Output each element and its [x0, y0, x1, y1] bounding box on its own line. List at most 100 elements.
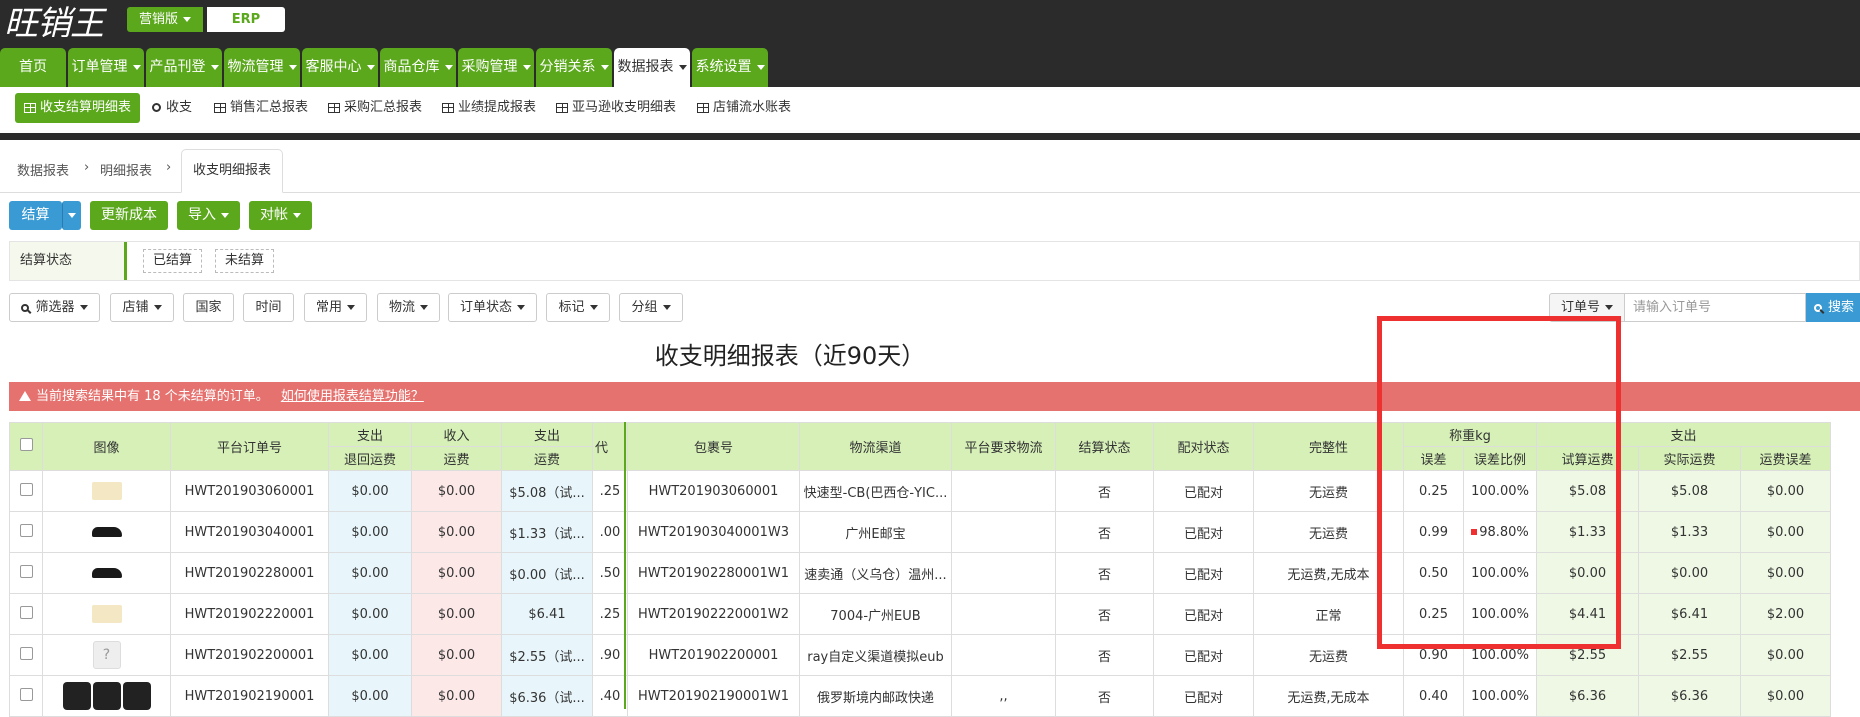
- row-platform-req: [951, 552, 1056, 594]
- settle-status-unsettled[interactable]: 未结算: [215, 249, 275, 273]
- row-order-no[interactable]: HWT201902200001: [170, 634, 329, 676]
- row-package-no: HWT201902200001: [627, 634, 800, 676]
- filter-logistics-button[interactable]: 物流: [377, 293, 440, 322]
- subnav-amazon-detail[interactable]: 亚马逊收支明细表: [556, 93, 676, 123]
- product-thumbnail[interactable]: [91, 482, 122, 500]
- row-image: [42, 552, 171, 594]
- settle-button[interactable]: 结算: [9, 201, 62, 230]
- row-checkbox[interactable]: [19, 482, 33, 496]
- chevron-down-icon: [756, 64, 765, 70]
- settle-dropdown-button[interactable]: [62, 201, 81, 230]
- filter-group-button[interactable]: 分组: [619, 293, 683, 322]
- chevron-down-icon: [589, 305, 598, 310]
- nav-tab-service[interactable]: 客服中心: [302, 48, 378, 87]
- row-order-no[interactable]: HWT201903060001: [170, 470, 329, 512]
- product-thumbnail[interactable]: [91, 605, 122, 623]
- filter-common-button[interactable]: 常用: [304, 293, 367, 322]
- update-cost-button[interactable]: 更新成本: [90, 201, 168, 230]
- nav-tab-warehouse[interactable]: 商品仓库: [380, 48, 456, 87]
- row-checkbox[interactable]: [19, 564, 33, 578]
- row-order-no[interactable]: HWT201902220001: [170, 593, 329, 635]
- chevron-down-icon: [153, 305, 162, 310]
- row-checkbox[interactable]: [19, 605, 33, 619]
- reconcile-label: 对帐: [260, 207, 288, 223]
- row-order-no[interactable]: HWT201902190001: [170, 675, 329, 717]
- col-err: 误差: [1403, 446, 1464, 471]
- table-row: HWT201902220001 $0.00 $0.00 $6.41 .25 HW…: [9, 593, 1831, 635]
- nav-tab-orders[interactable]: 订单管理: [68, 48, 144, 87]
- row-order-no[interactable]: HWT201903040001: [170, 511, 329, 553]
- product-thumbnail[interactable]: [92, 682, 121, 710]
- settle-status-settled[interactable]: 已结算: [143, 249, 203, 273]
- red-square-icon: [1471, 529, 1478, 535]
- breadcrumb-current-tab[interactable]: 收支明细报表: [181, 149, 283, 193]
- filter-order-status-button[interactable]: 订单状态: [448, 293, 537, 322]
- row-image: [42, 511, 171, 553]
- col-income-ship: 运费: [411, 446, 502, 471]
- subnav-sales-summary[interactable]: 销售汇总报表: [214, 93, 308, 123]
- nav-tab-reports[interactable]: 数据报表: [614, 48, 690, 87]
- row-cut: .50: [592, 552, 628, 594]
- filter-mark-button[interactable]: 标记: [546, 293, 610, 322]
- row-checkbox[interactable]: [19, 687, 33, 701]
- row-select: [9, 593, 43, 635]
- subnav-settle-detail[interactable]: 收支结算明细表: [15, 93, 141, 123]
- import-button[interactable]: 导入: [177, 201, 240, 230]
- row-complete: 无运费: [1253, 511, 1404, 553]
- sub-nav: 收支结算明细表 收支 销售汇总报表 采购汇总报表 业绩提成报表 亚马逊收支明细表…: [0, 87, 1860, 131]
- row-ratio: 100.00%: [1463, 470, 1537, 512]
- order-search-input[interactable]: [1624, 293, 1806, 322]
- nav-tab-purchase[interactable]: 采购管理: [458, 48, 534, 87]
- reconcile-button[interactable]: 对帐: [249, 201, 312, 230]
- row-checkbox[interactable]: [19, 523, 33, 537]
- col-order-no[interactable]: 平台订单号: [170, 422, 329, 471]
- version-dropdown[interactable]: 营销版: [127, 7, 204, 32]
- search-field-select[interactable]: 订单号: [1549, 293, 1625, 322]
- filter-store-button[interactable]: 店铺: [110, 293, 174, 322]
- filter-label: 店铺: [122, 300, 149, 315]
- row-cut: .40: [592, 675, 628, 717]
- row-actual: $1.33: [1638, 511, 1741, 553]
- search-button[interactable]: 搜索: [1806, 293, 1860, 322]
- row-complete: 无运费,无成本: [1253, 552, 1404, 594]
- frozen-column-divider[interactable]: [624, 422, 626, 709]
- nav-tab-logistics[interactable]: 物流管理: [224, 48, 300, 87]
- row-settle: 否: [1055, 511, 1154, 553]
- row-order-no[interactable]: HWT201902280001: [170, 552, 329, 594]
- chevron-down-icon: [366, 64, 375, 70]
- nav-tab-home[interactable]: 首页: [0, 48, 66, 87]
- row-image: ?: [42, 634, 171, 676]
- filter-time-button[interactable]: 时间: [243, 293, 294, 322]
- product-thumbnail[interactable]: [122, 682, 151, 710]
- filter-selector-button[interactable]: 筛选器: [9, 293, 100, 322]
- filter-label: 订单状态: [459, 300, 512, 315]
- col-trial-ship: 试算运费: [1536, 446, 1639, 471]
- group-out2: 支出: [501, 422, 593, 447]
- subnav-income[interactable]: 收支: [152, 93, 192, 123]
- select-all-checkbox[interactable]: [19, 438, 33, 451]
- row-image: [42, 675, 171, 717]
- erp-button[interactable]: ERP: [207, 7, 285, 32]
- question-mark-icon[interactable]: ?: [92, 641, 121, 669]
- row-trial: $1.33: [1536, 511, 1639, 553]
- product-thumbnail[interactable]: [91, 568, 122, 578]
- subnav-label: 收支结算明细表: [40, 100, 132, 115]
- subnav-commission[interactable]: 业绩提成报表: [442, 93, 536, 123]
- nav-tab-listing[interactable]: 产品刊登: [146, 48, 222, 87]
- report-title-row: 收支明细报表（近90天）: [0, 336, 1860, 371]
- filter-country-button[interactable]: 国家: [183, 293, 234, 322]
- subnav-purchase-summary[interactable]: 采购汇总报表: [328, 93, 422, 123]
- help-link[interactable]: 如何使用报表结算功能？: [281, 389, 424, 404]
- nav-tab-settings[interactable]: 系统设置: [692, 48, 768, 87]
- row-platform-req: ,,: [951, 675, 1056, 717]
- subnav-store-ledger[interactable]: 店铺流水账表: [697, 93, 791, 123]
- row-checkbox[interactable]: [19, 646, 33, 660]
- chevron-down-icon: [210, 64, 219, 70]
- product-thumbnail[interactable]: [91, 527, 122, 537]
- breadcrumb-detail[interactable]: 明细报表: [100, 160, 152, 179]
- nav-tab-distribution[interactable]: 分销关系: [536, 48, 612, 87]
- row-err: 0.40: [1403, 675, 1464, 717]
- product-thumbnail[interactable]: [62, 682, 91, 710]
- breadcrumb-reports[interactable]: 数据报表: [17, 160, 69, 179]
- table-row: HWT201902190001 $0.00 $0.00 $6.36（试... .…: [9, 675, 1831, 717]
